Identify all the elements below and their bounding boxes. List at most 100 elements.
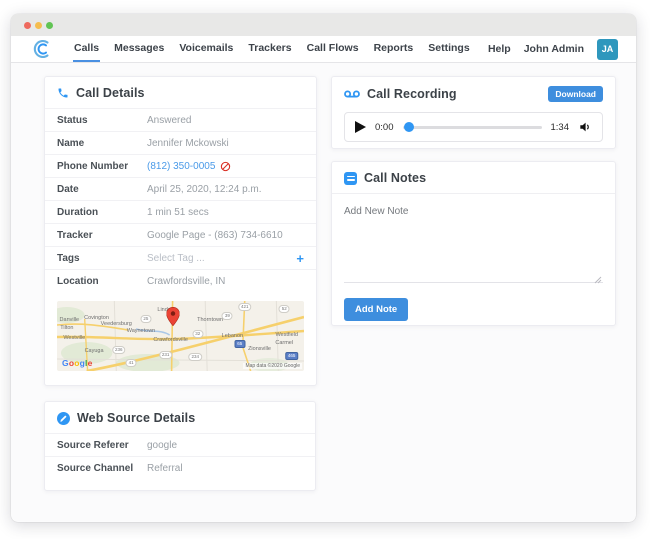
note-icon xyxy=(344,172,357,185)
note-textarea[interactable] xyxy=(344,221,603,283)
route-shield: 25 xyxy=(140,315,151,323)
window-zoom-button[interactable] xyxy=(46,22,53,29)
source-channel-row: Source Channel Referral xyxy=(45,456,315,479)
route-shield: 65 xyxy=(234,340,245,348)
map-town-label: Carmel xyxy=(275,340,293,346)
location-label: Location xyxy=(57,276,147,287)
call-notes-body: Add New Note Add Note xyxy=(332,194,615,321)
seek-thumb[interactable] xyxy=(404,122,414,132)
play-button[interactable] xyxy=(355,121,366,133)
map-attribution: Map data ©2020 Google xyxy=(243,363,302,369)
map-town-label: Westfield xyxy=(275,332,298,338)
name-label: Name xyxy=(57,138,147,149)
duration-time: 1:34 xyxy=(551,122,570,133)
source-referer-row: Source Referer google xyxy=(45,433,315,456)
map-town-label: Danville xyxy=(60,317,80,323)
tab-call-flows-label: Call Flows xyxy=(307,42,359,54)
tag-select[interactable]: Select Tag ... xyxy=(147,253,205,264)
source-channel-value: Referral xyxy=(147,463,183,474)
phone-number-link[interactable]: (812) 350-0005 xyxy=(147,161,215,172)
phone-number-label: Phone Number xyxy=(57,161,147,172)
source-referer-value: google xyxy=(147,440,177,451)
map-town-label: Tilton xyxy=(60,325,73,331)
call-details-title: Call Details xyxy=(76,86,145,100)
tab-settings-label: Settings xyxy=(428,42,469,54)
seek-bar[interactable] xyxy=(403,126,542,129)
route-shield: 231 xyxy=(159,351,173,359)
pencil-circle-icon xyxy=(57,412,70,425)
tracker-row: Tracker Google Page - (863) 734-6610 xyxy=(45,223,316,246)
app-logo[interactable] xyxy=(11,36,73,62)
duration-row: Duration 1 min 51 secs xyxy=(45,200,316,223)
avatar[interactable]: JA xyxy=(597,39,618,60)
location-row: Location Crawfordsville, IN xyxy=(45,269,316,292)
web-source-header: Web Source Details xyxy=(45,402,315,433)
user-menu[interactable]: John Admin xyxy=(524,43,584,55)
voicemail-icon xyxy=(344,89,360,99)
window-minimize-button[interactable] xyxy=(35,22,42,29)
route-shield: 236 xyxy=(112,346,126,354)
duration-label: Duration xyxy=(57,207,147,218)
tab-call-flows[interactable]: Call Flows xyxy=(306,36,360,62)
call-details-header: Call Details xyxy=(45,77,316,108)
tags-row: Tags Select Tag ... + xyxy=(45,246,316,269)
audio-player: 0:00 1:34 xyxy=(344,112,603,142)
download-button[interactable]: Download xyxy=(548,86,603,102)
tab-settings[interactable]: Settings xyxy=(427,36,470,62)
speaker-icon xyxy=(578,120,592,134)
call-recording-title: Call Recording xyxy=(367,87,457,101)
google-logo: Google xyxy=(62,358,93,368)
top-navbar: Calls Messages Voicemails Trackers Call … xyxy=(11,36,636,63)
location-value: Crawfordsville, IN xyxy=(147,276,225,287)
tab-calls[interactable]: Calls xyxy=(73,36,100,62)
map-town-label: Cayuga xyxy=(85,348,104,354)
volume-button[interactable] xyxy=(578,120,592,134)
tab-voicemails-label: Voicemails xyxy=(179,42,233,54)
route-shield: 421 xyxy=(238,303,252,311)
name-value: Jennifer Mckowski xyxy=(147,138,229,149)
map-town-label: Lebanon xyxy=(222,333,243,339)
date-label: Date xyxy=(57,184,147,195)
call-recording-panel: Call Recording Download 0:00 1:34 xyxy=(331,76,616,149)
source-referer-label: Source Referer xyxy=(57,440,147,451)
duration-value: 1 min 51 secs xyxy=(147,207,209,218)
add-new-note-label: Add New Note xyxy=(344,206,603,217)
window-close-button[interactable] xyxy=(24,22,31,29)
status-row: Status Answered xyxy=(45,108,316,131)
route-shield: 234 xyxy=(189,353,203,361)
note-textarea-wrap xyxy=(344,221,603,288)
map-overlay: DanvilleTiltonWestvilleCovingtonVeedersb… xyxy=(57,301,304,371)
help-link[interactable]: Help xyxy=(488,43,511,55)
tracker-label: Tracker xyxy=(57,230,147,241)
tab-trackers-label: Trackers xyxy=(248,42,291,54)
map-town-label: Crawfordsville xyxy=(153,337,188,343)
phone-number-row: Phone Number (812) 350-0005 xyxy=(45,154,316,177)
current-time: 0:00 xyxy=(375,122,394,133)
web-source-panel: Web Source Details Source Referer google… xyxy=(44,401,316,491)
tab-reports-label: Reports xyxy=(374,42,414,54)
tab-calls-label: Calls xyxy=(74,42,99,54)
status-value: Answered xyxy=(147,115,191,126)
route-shield: 52 xyxy=(279,305,290,313)
call-notes-header: Call Notes xyxy=(332,162,615,193)
location-map[interactable]: DanvilleTiltonWestvilleCovingtonVeedersb… xyxy=(57,301,304,371)
tab-voicemails[interactable]: Voicemails xyxy=(178,36,234,62)
map-town-label: Zionsville xyxy=(248,346,271,352)
add-note-button[interactable]: Add Note xyxy=(344,298,408,321)
navbar-right: Help John Admin JA xyxy=(488,36,618,62)
block-caller-icon[interactable] xyxy=(220,161,231,172)
web-source-title: Web Source Details xyxy=(77,411,195,425)
resize-handle-icon[interactable] xyxy=(594,276,602,284)
tab-messages[interactable]: Messages xyxy=(113,36,165,62)
tracker-value: Google Page - (863) 734-6610 xyxy=(147,230,283,241)
tab-reports[interactable]: Reports xyxy=(373,36,415,62)
map-town-label: Covington xyxy=(84,315,109,321)
source-channel-label: Source Channel xyxy=(57,463,147,474)
add-tag-button[interactable]: + xyxy=(296,252,304,265)
tab-trackers[interactable]: Trackers xyxy=(247,36,292,62)
map-town-label: Waynetown xyxy=(127,328,156,334)
route-shield: 39 xyxy=(222,312,233,320)
date-row: Date April 25, 2020, 12:24 p.m. xyxy=(45,177,316,200)
page-content: Call Details Status Answered Name Jennif… xyxy=(11,63,636,521)
name-row: Name Jennifer Mckowski xyxy=(45,131,316,154)
